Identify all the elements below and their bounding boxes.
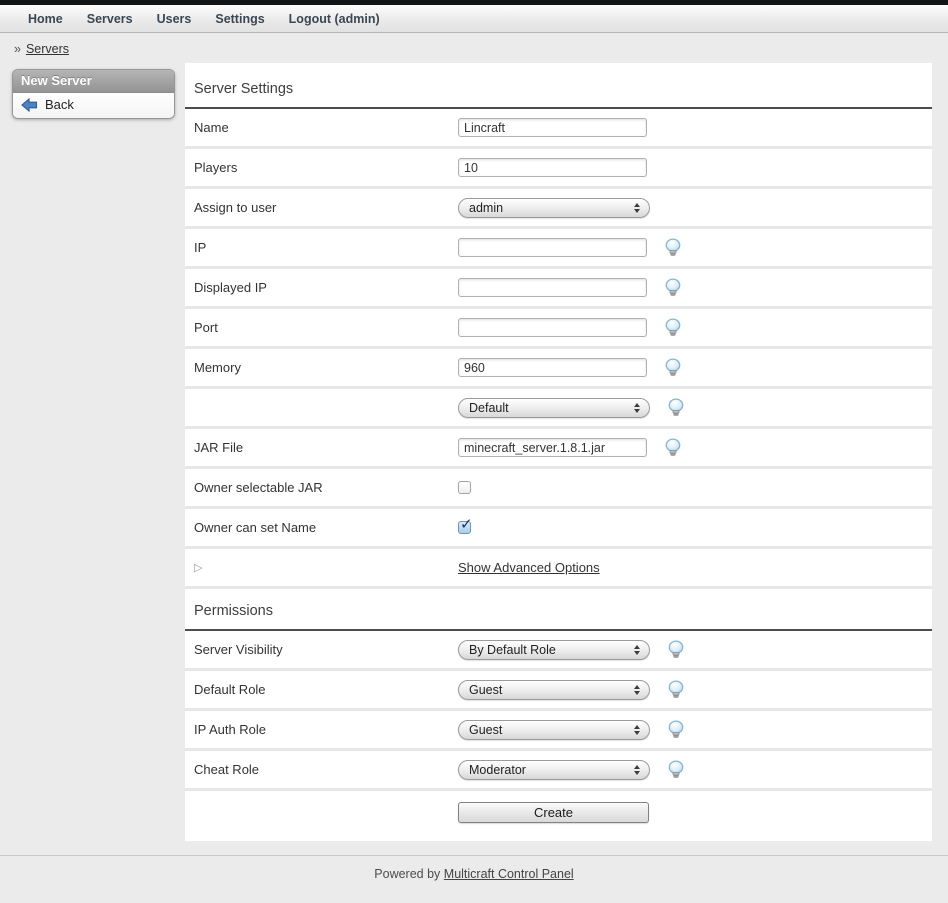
assign-to-user-label: Assign to user: [185, 200, 458, 215]
ip-auth-role-help-bulb-icon[interactable]: [667, 720, 685, 739]
assign-to-user-selected-value: admin: [469, 201, 503, 215]
memory-profile-select[interactable]: Default: [458, 398, 650, 418]
displayed-ip-label: Displayed IP: [185, 280, 458, 295]
row-jar-file: JAR File: [185, 429, 932, 469]
breadcrumb: » Servers: [0, 33, 948, 63]
row-port: Port: [185, 309, 932, 349]
name-input[interactable]: [458, 118, 647, 137]
nav-item-users[interactable]: Users: [145, 7, 204, 31]
row-server-visibility: Server Visibility By Default Role: [185, 631, 932, 671]
row-players: Players: [185, 149, 932, 189]
show-advanced-options-link[interactable]: Show Advanced Options: [458, 560, 600, 575]
select-stepper-arrows-icon: [634, 645, 640, 655]
footer: Powered by Multicraft Control Panel: [0, 855, 948, 899]
default-role-help-bulb-icon[interactable]: [667, 680, 685, 699]
ip-help-bulb-icon[interactable]: [664, 238, 682, 257]
cheat-role-label: Cheat Role: [185, 762, 458, 777]
main-area: New Server Back Server Settings Name: [0, 63, 948, 841]
select-stepper-arrows-icon: [634, 203, 640, 213]
assign-to-user-select[interactable]: admin: [458, 198, 650, 218]
server-visibility-selected-value: By Default Role: [469, 643, 556, 657]
jar-file-input[interactable]: [458, 438, 647, 457]
default-role-select[interactable]: Guest: [458, 680, 650, 700]
back-label: Back: [45, 97, 74, 112]
footer-powered-by: Powered by: [374, 867, 440, 881]
create-button[interactable]: Create: [458, 802, 649, 823]
jar-file-help-bulb-icon[interactable]: [664, 438, 682, 457]
server-visibility-label: Server Visibility: [185, 642, 458, 657]
sidebar-column: New Server Back: [0, 63, 185, 841]
server-visibility-select[interactable]: By Default Role: [458, 640, 650, 660]
owner-selectable-jar-checkbox[interactable]: [458, 481, 471, 494]
memory-label: Memory: [185, 360, 458, 375]
displayed-ip-input[interactable]: [458, 278, 647, 297]
players-label: Players: [185, 160, 458, 175]
displayed-ip-help-bulb-icon[interactable]: [664, 278, 682, 297]
main-nav: Home Servers Users Settings Logout (admi…: [0, 5, 948, 33]
breadcrumb-symbol: »: [14, 42, 21, 56]
sidebar-body: Back: [13, 93, 174, 118]
row-create: Create: [185, 791, 932, 833]
ip-auth-role-selected-value: Guest: [469, 723, 502, 737]
back-button[interactable]: Back: [21, 97, 166, 112]
select-stepper-arrows-icon: [634, 765, 640, 775]
owner-selectable-jar-label: Owner selectable JAR: [185, 480, 458, 495]
row-advanced-options: ▷ Show Advanced Options: [185, 549, 932, 589]
row-assign-to-user: Assign to user admin: [185, 189, 932, 229]
memory-profile-help-bulb-icon[interactable]: [667, 398, 685, 417]
select-stepper-arrows-icon: [634, 685, 640, 695]
players-input[interactable]: [458, 158, 647, 177]
ip-input[interactable]: [458, 238, 647, 257]
ip-auth-role-label: IP Auth Role: [185, 722, 458, 737]
row-ip-auth-role: IP Auth Role Guest: [185, 711, 932, 751]
row-memory: Memory: [185, 349, 932, 389]
row-owner-selectable-jar: Owner selectable JAR: [185, 469, 932, 509]
cheat-role-select[interactable]: Moderator: [458, 760, 650, 780]
row-name: Name: [185, 109, 932, 149]
default-role-label: Default Role: [185, 682, 458, 697]
server-visibility-help-bulb-icon[interactable]: [667, 640, 685, 659]
cheat-role-help-bulb-icon[interactable]: [667, 760, 685, 779]
row-cheat-role: Cheat Role Moderator: [185, 751, 932, 791]
row-default-role: Default Role Guest: [185, 671, 932, 711]
footer-multicraft-link[interactable]: Multicraft Control Panel: [444, 867, 574, 881]
memory-help-bulb-icon[interactable]: [664, 358, 682, 377]
expand-triangle-icon[interactable]: ▷: [185, 561, 458, 574]
port-label: Port: [185, 320, 458, 335]
default-role-selected-value: Guest: [469, 683, 502, 697]
nav-item-logout[interactable]: Logout (admin): [277, 7, 392, 31]
select-stepper-arrows-icon: [634, 725, 640, 735]
sidebar-menu: New Server Back: [12, 69, 175, 119]
row-displayed-ip: Displayed IP: [185, 269, 932, 309]
section-title-server-settings: Server Settings: [194, 81, 924, 97]
nav-item-servers[interactable]: Servers: [75, 7, 145, 31]
nav-item-home[interactable]: Home: [16, 7, 75, 31]
page: Home Servers Users Settings Logout (admi…: [0, 0, 948, 903]
port-help-bulb-icon[interactable]: [664, 318, 682, 337]
row-ip: IP: [185, 229, 932, 269]
back-arrow-icon: [21, 98, 38, 112]
cheat-role-selected-value: Moderator: [469, 763, 526, 777]
right-gutter: [932, 63, 948, 841]
port-input[interactable]: [458, 318, 647, 337]
memory-input[interactable]: [458, 358, 647, 377]
ip-auth-role-select[interactable]: Guest: [458, 720, 650, 740]
checkmark-icon: ✓: [460, 515, 473, 533]
breadcrumb-link-servers[interactable]: Servers: [26, 42, 69, 56]
content-panel: Server Settings Name Players Assign to u…: [185, 63, 932, 841]
owner-can-set-name-label: Owner can set Name: [185, 520, 458, 535]
sidebar-title: New Server: [13, 70, 174, 93]
name-label: Name: [185, 120, 458, 135]
row-owner-can-set-name: Owner can set Name ✓: [185, 509, 932, 549]
memory-profile-selected-value: Default: [469, 401, 509, 415]
owner-can-set-name-checkbox[interactable]: ✓: [458, 521, 471, 534]
jar-file-label: JAR File: [185, 440, 458, 455]
ip-label: IP: [185, 240, 458, 255]
select-stepper-arrows-icon: [634, 403, 640, 413]
row-memory-profile: Default: [185, 389, 932, 429]
section-title-permissions: Permissions: [194, 603, 924, 619]
nav-item-settings[interactable]: Settings: [203, 7, 276, 31]
